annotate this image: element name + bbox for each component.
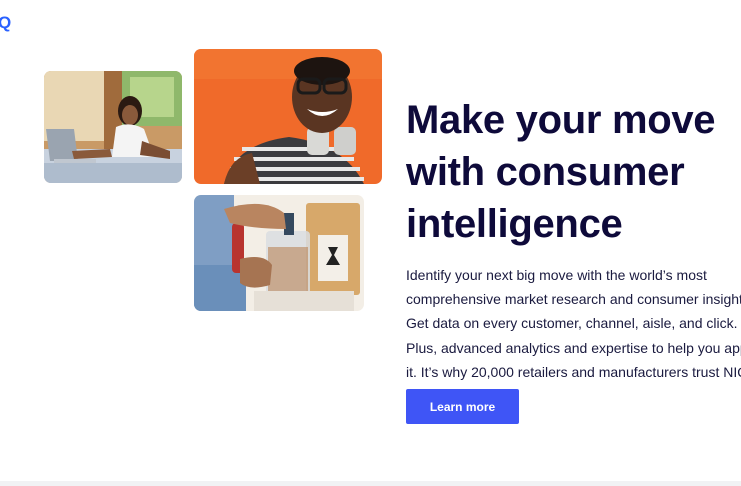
photo-coffee-brewing bbox=[194, 195, 364, 311]
headline-line: Make your move bbox=[406, 98, 716, 142]
niq-logo[interactable]: Q bbox=[0, 14, 11, 31]
headline-line: with consumer bbox=[406, 150, 685, 194]
description-line: comprehensive market research and consum… bbox=[406, 291, 741, 308]
hero-headline: Make your move with consumer intelligenc… bbox=[406, 94, 741, 250]
photo-smiling-man-headphones bbox=[194, 49, 382, 184]
hero-text: Make your move with consumer intelligenc… bbox=[406, 94, 741, 384]
description-line: Plus, advanced analytics and expertise t… bbox=[406, 339, 741, 356]
headline-line: intelligence bbox=[406, 202, 623, 246]
description-line: Identify your next big move with the wor… bbox=[406, 267, 707, 283]
description-line: it. It’s why 20,000 retailers and manufa… bbox=[406, 363, 741, 380]
description-line: Get data on every customer, channel, ais… bbox=[406, 315, 738, 332]
learn-more-button[interactable]: Learn more bbox=[406, 389, 519, 424]
hero-description: Identify your next big move with the wor… bbox=[406, 263, 741, 384]
page-bottom-divider bbox=[0, 481, 741, 486]
photo-woman-laptop bbox=[44, 71, 182, 183]
